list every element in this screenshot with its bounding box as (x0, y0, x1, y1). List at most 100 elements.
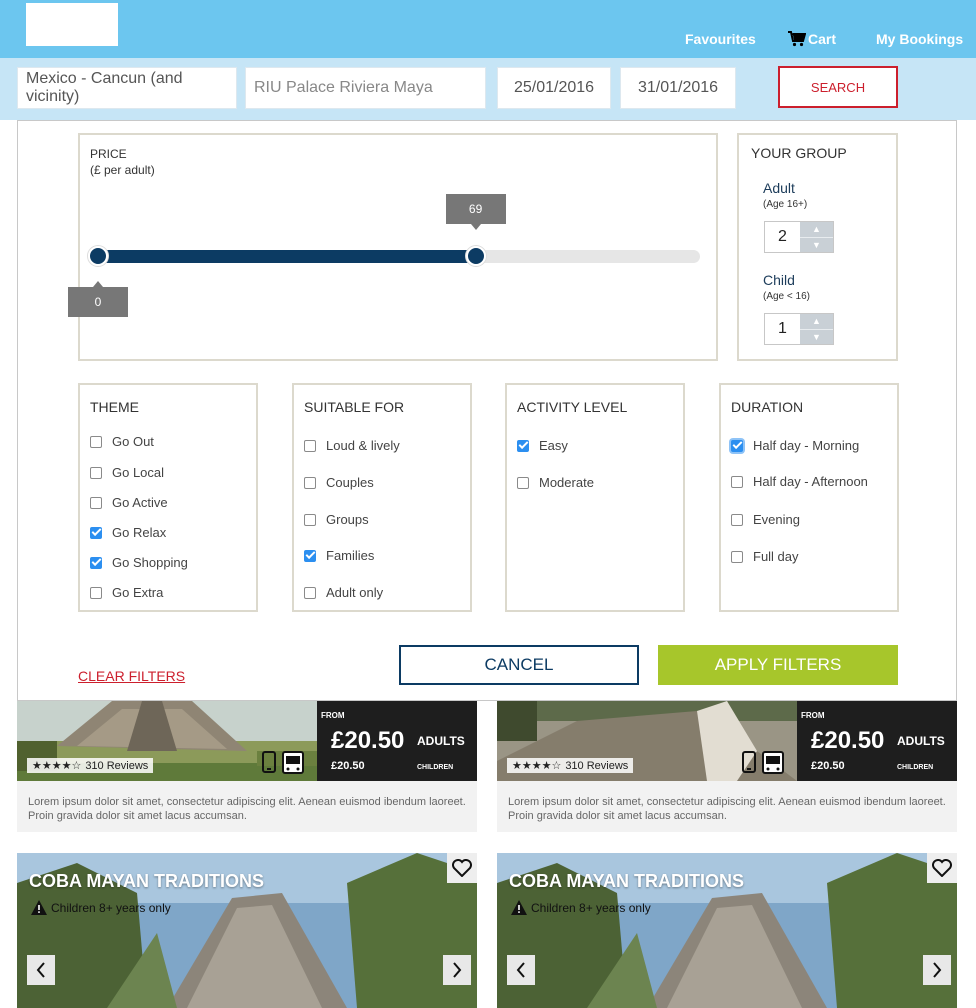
logo[interactable] (26, 3, 118, 46)
duration-option-full-day[interactable]: Full day (731, 549, 799, 564)
child-stepper[interactable]: 1 ▲ ▼ (764, 313, 834, 345)
checkbox[interactable] (90, 526, 102, 539)
nav-my-bookings[interactable]: My Bookings (876, 31, 963, 47)
option-label: Go Relax (112, 525, 167, 540)
mobile-phone-icon (742, 751, 756, 773)
previous-image-button[interactable] (507, 955, 535, 985)
suitable-option-loud-lively[interactable]: Loud & lively (304, 438, 400, 453)
checkbox[interactable] (90, 496, 102, 509)
checkbox[interactable] (731, 513, 743, 526)
suitable-for-filter: SUITABLE FOR Loud & lively Couples Group… (292, 383, 472, 612)
activity-card[interactable]: ★★★★☆ 310 Reviews FROM £20.50 ADULTS £20… (17, 701, 477, 832)
adults-label: ADULTS (417, 734, 465, 748)
theme-option-go-extra[interactable]: Go Extra (90, 585, 163, 600)
suitable-option-groups[interactable]: Groups (304, 512, 369, 527)
rating-stars: ★★★★☆ (32, 760, 82, 772)
price-from-label: FROM (801, 711, 825, 720)
suitable-for-title: SUITABLE FOR (304, 399, 405, 415)
adult-decrement-button[interactable]: ▼ (800, 238, 833, 253)
checkbox[interactable] (731, 475, 743, 488)
checkbox[interactable] (304, 549, 316, 562)
option-label: Go Out (112, 434, 154, 449)
suitable-option-adult-only[interactable]: Adult only (304, 585, 383, 600)
review-count[interactable]: 310 Reviews (565, 760, 628, 772)
suitable-option-families[interactable]: Families (304, 548, 374, 563)
checkbox[interactable] (731, 439, 743, 452)
activity-option-moderate[interactable]: Moderate (517, 475, 594, 490)
activity-option-easy[interactable]: Easy (517, 438, 568, 453)
search-button[interactable]: SEARCH (778, 66, 898, 108)
check-in-date-field[interactable]: 25/01/2016 (497, 67, 611, 109)
checkbox[interactable] (304, 513, 316, 526)
activity-card[interactable]: ★★★★☆ 310 Reviews FROM £20.50 ADULTS £20… (497, 701, 957, 832)
activity-level-title: ACTIVITY LEVEL (517, 399, 628, 415)
next-image-button[interactable] (923, 955, 951, 985)
duration-option-half-day-afternoon[interactable]: Half day - Afternoon (731, 474, 868, 489)
chevron-right-icon (453, 962, 462, 978)
theme-option-go-shopping[interactable]: Go Shopping (90, 555, 188, 570)
check-out-date-field[interactable]: 31/01/2016 (620, 67, 736, 109)
price-range-fill (98, 250, 476, 263)
theme-option-go-relax[interactable]: Go Relax (90, 525, 166, 540)
checkbox[interactable] (90, 435, 102, 448)
checkbox[interactable] (90, 466, 102, 479)
duration-option-half-day-morning[interactable]: Half day - Morning (731, 438, 859, 453)
adult-price: £20.50 (811, 727, 885, 754)
favourite-button[interactable] (927, 853, 957, 883)
hotel-field[interactable]: RIU Palace Riviera Maya (245, 67, 486, 109)
option-label: Evening (753, 512, 800, 527)
bus-icon (762, 751, 784, 774)
children-label: CHILDREN (417, 764, 454, 771)
option-label: Go Active (112, 495, 168, 510)
tour-card[interactable]: COBA MAYAN TRADITIONS Children 8+ years … (17, 853, 477, 1008)
checkbox[interactable] (517, 439, 529, 452)
favourite-button[interactable] (447, 853, 477, 883)
nav-favourites[interactable]: Favourites (685, 31, 756, 47)
review-count[interactable]: 310 Reviews (85, 760, 148, 772)
adult-count[interactable]: 2 (765, 222, 800, 252)
apply-filters-button[interactable]: APPLY FILTERS (658, 645, 898, 685)
duration-title: DURATION (731, 399, 804, 415)
destination-field[interactable]: Mexico - Cancun (and vicinity) (17, 67, 237, 109)
price-filter: PRICE (£ per adult) 69 0 (68, 133, 718, 361)
checkbox[interactable] (304, 586, 316, 599)
warning-icon (511, 900, 527, 915)
theme-option-go-active[interactable]: Go Active (90, 495, 168, 510)
clear-filters-link[interactable]: CLEAR FILTERS (78, 668, 185, 684)
price-min-handle[interactable] (88, 246, 108, 266)
rating-badge: ★★★★☆ 310 Reviews (507, 758, 634, 773)
checkbox[interactable] (304, 476, 316, 489)
duration-filter: DURATION Half day - Morning Half day - A… (719, 383, 899, 612)
activity-level-filter: ACTIVITY LEVEL Easy Moderate (505, 383, 685, 612)
checkbox[interactable] (517, 476, 529, 489)
price-from-label: FROM (321, 711, 345, 720)
child-decrement-button[interactable]: ▼ (800, 330, 833, 345)
warning-icon (31, 900, 47, 915)
checkbox[interactable] (304, 439, 316, 452)
option-label: Groups (326, 512, 369, 527)
cancel-button[interactable]: CANCEL (399, 645, 639, 685)
chevron-left-icon (516, 962, 525, 978)
checkbox[interactable] (731, 550, 743, 563)
chevron-up-icon: ▲ (812, 316, 821, 327)
next-image-button[interactable] (443, 955, 471, 985)
nav-cart[interactable]: Cart (788, 31, 836, 47)
child-count[interactable]: 1 (765, 314, 800, 344)
adult-stepper[interactable]: 2 ▲ ▼ (764, 221, 834, 253)
theme-option-go-out[interactable]: Go Out (90, 434, 154, 449)
tour-card[interactable]: COBA MAYAN TRADITIONS Children 8+ years … (497, 853, 957, 1008)
checkbox[interactable] (90, 586, 102, 599)
duration-option-evening[interactable]: Evening (731, 512, 800, 527)
price-unit: (£ per adult) (90, 163, 155, 178)
price-range-track[interactable] (98, 250, 700, 263)
child-increment-button[interactable]: ▲ (799, 314, 833, 330)
previous-image-button[interactable] (27, 955, 55, 985)
theme-option-go-local[interactable]: Go Local (90, 465, 164, 480)
option-label: Couples (326, 475, 374, 490)
adult-price: £20.50 (331, 727, 405, 754)
suitable-option-couples[interactable]: Couples (304, 475, 374, 490)
adult-increment-button[interactable]: ▲ (799, 222, 833, 238)
price-max-handle[interactable] (465, 246, 486, 266)
checkbox[interactable] (90, 556, 102, 569)
option-label: Half day - Morning (753, 438, 860, 453)
